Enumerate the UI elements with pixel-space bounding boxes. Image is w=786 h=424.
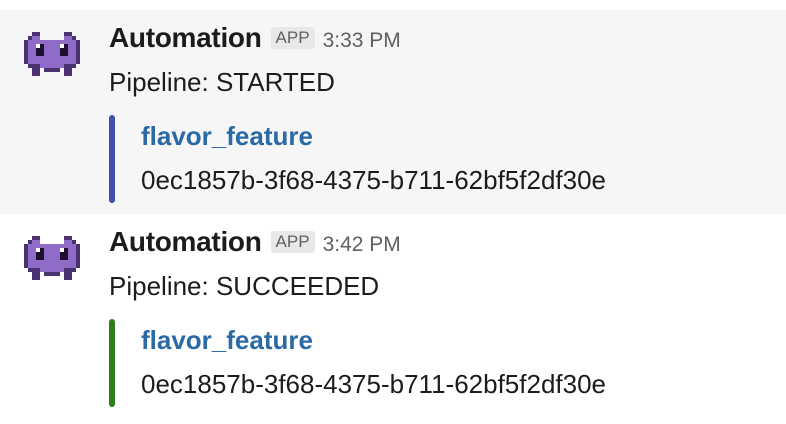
attachment-color-bar xyxy=(109,319,115,407)
avatar[interactable] xyxy=(24,232,80,288)
message-header: Automation APP 3:33 PM xyxy=(109,22,776,58)
message-text: Pipeline: STARTED xyxy=(109,67,335,97)
attachment-title-link[interactable]: flavor_feature xyxy=(141,115,776,152)
sender-name[interactable]: Automation xyxy=(109,226,262,258)
app-badge: APP xyxy=(270,27,315,49)
message-feed: Automation APP 3:33 PM Pipeline: STARTED… xyxy=(0,0,786,424)
message-item[interactable]: Automation APP 3:33 PM Pipeline: STARTED… xyxy=(0,10,786,214)
space-invader-icon xyxy=(24,32,80,76)
attachment-text: 0ec1857b-3f68-4375-b711-62bf5f2df30e xyxy=(141,369,607,399)
message-content: Automation APP 3:42 PM Pipeline: SUCCEED… xyxy=(109,226,776,407)
timestamp[interactable]: 3:42 PM xyxy=(323,233,401,257)
sender-name[interactable]: Automation xyxy=(109,22,262,54)
message-text: Pipeline: SUCCEEDED xyxy=(109,271,380,301)
attachment: flavor_feature 0ec1857b-3f68-4375-b711-6… xyxy=(109,319,776,407)
attachment-color-bar xyxy=(109,115,115,203)
message-item[interactable]: Automation APP 3:42 PM Pipeline: SUCCEED… xyxy=(0,214,786,424)
message-content: Automation APP 3:33 PM Pipeline: STARTED… xyxy=(109,22,776,203)
attachment-text: 0ec1857b-3f68-4375-b711-62bf5f2df30e xyxy=(141,165,607,195)
avatar[interactable] xyxy=(24,28,80,84)
app-badge: APP xyxy=(270,231,315,253)
attachment: flavor_feature 0ec1857b-3f68-4375-b711-6… xyxy=(109,115,776,203)
attachment-title-link[interactable]: flavor_feature xyxy=(141,319,776,356)
space-invader-icon xyxy=(24,236,80,280)
message-header: Automation APP 3:42 PM xyxy=(109,226,776,262)
timestamp[interactable]: 3:33 PM xyxy=(323,29,401,53)
